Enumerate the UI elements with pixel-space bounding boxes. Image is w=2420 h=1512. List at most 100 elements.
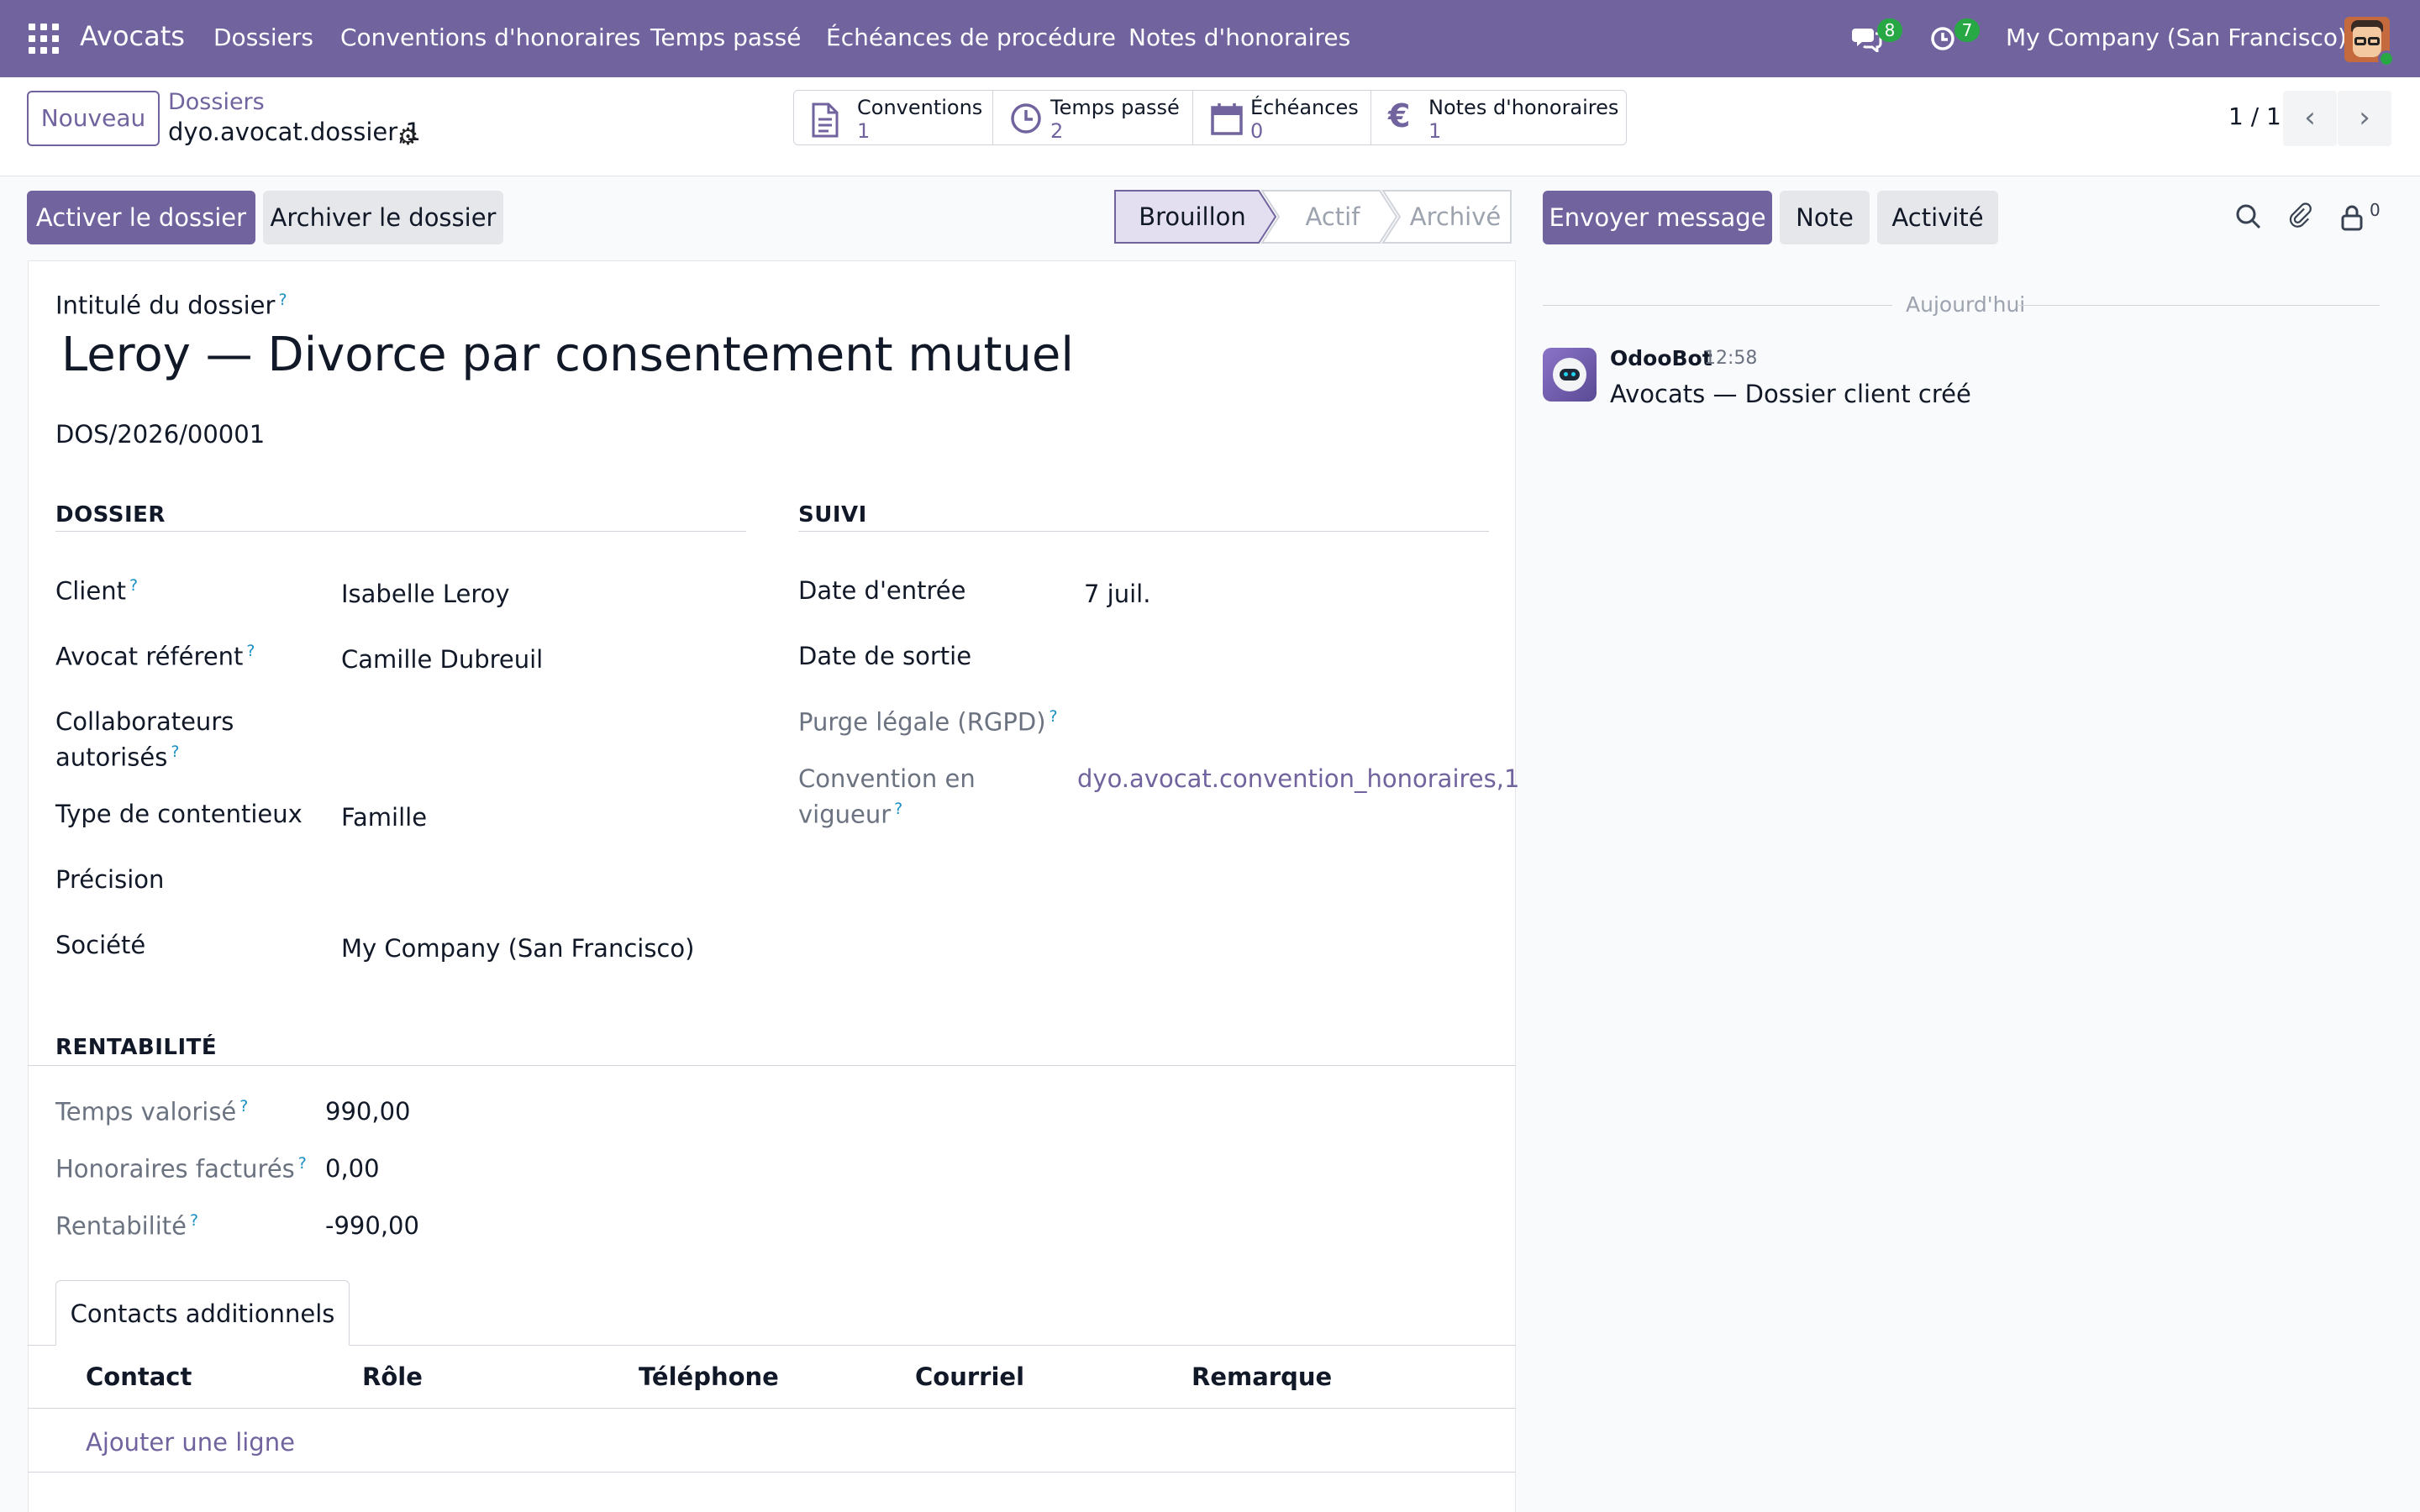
smart-buttons: Conventions 1 Temps passé 2 Échéances 0 …	[793, 90, 1627, 145]
menu-dossiers[interactable]: Dossiers	[213, 24, 313, 51]
company-label: Société	[55, 931, 146, 959]
pager-next-button[interactable]: ›	[2338, 91, 2391, 146]
fees-label: Honoraires facturés?	[55, 1154, 307, 1184]
stage-brouillon[interactable]: Brouillon	[1114, 190, 1270, 244]
section-dossier: DOSSIER	[55, 502, 166, 528]
breadcrumb-current: dyo.avocat.dossier,1	[168, 118, 421, 146]
column-contact[interactable]: Contact	[86, 1362, 192, 1391]
smart-button-echeances[interactable]: Échéances 0	[1193, 91, 1371, 144]
chevron-left-icon: ‹	[2304, 101, 2316, 134]
section-rentabilite: RENTABILITÉ	[55, 1035, 218, 1060]
fees-field: 0,00	[325, 1154, 380, 1183]
lawyer-label: Avocat référent?	[55, 642, 255, 671]
entry-date-label: Date d'entrée	[798, 576, 966, 605]
control-panel: Nouveau Dossiers dyo.avocat.dossier,1 ⚙ …	[0, 77, 2420, 176]
help-icon[interactable]: ?	[129, 576, 138, 595]
type-field[interactable]: Famille	[341, 803, 427, 832]
entry-date-field[interactable]: 7 juil.	[1084, 580, 1150, 608]
clock-activity-icon	[1931, 27, 1954, 50]
precision-label: Précision	[55, 865, 165, 894]
gear-icon[interactable]: ⚙	[397, 123, 418, 150]
menu-conventions[interactable]: Conventions d'honoraires	[340, 24, 640, 51]
section-suivi: SUIVI	[798, 502, 867, 528]
odoobot-avatar[interactable]	[1543, 348, 1597, 402]
pager-previous-button[interactable]: ‹	[2283, 91, 2337, 146]
chevron-right-icon: ›	[2359, 101, 2370, 134]
company-switcher[interactable]: My Company (San Francisco)	[2006, 24, 2347, 51]
clock-icon	[1011, 103, 1041, 134]
help-icon[interactable]: ?	[171, 743, 179, 761]
app-grid-icon[interactable]	[29, 24, 59, 54]
top-navbar: Avocats Dossiers Conventions d'honoraire…	[0, 0, 2420, 77]
convention-label-line1: Convention en	[798, 764, 976, 793]
tab-contacts-additionnels[interactable]: Contacts additionnels	[55, 1280, 350, 1346]
menu-echeances[interactable]: Échéances de procédure	[826, 24, 1116, 51]
message-body: Avocats — Dossier client créé	[1610, 380, 1971, 408]
messages-button[interactable]: 8	[1852, 18, 1911, 59]
stage-archive[interactable]: Archivé	[1400, 190, 1511, 244]
client-label: Client?	[55, 576, 139, 606]
name-label: Intitulé du dossier?	[55, 291, 287, 320]
column-courriel[interactable]: Courriel	[915, 1362, 1024, 1391]
precision-field[interactable]	[341, 865, 744, 899]
column-telephone[interactable]: Téléphone	[639, 1362, 779, 1391]
app-brand[interactable]: Avocats	[80, 20, 185, 52]
followers-count: 0	[2370, 200, 2381, 220]
column-role[interactable]: Rôle	[362, 1362, 423, 1391]
smart-button-temps-passe[interactable]: Temps passé 2	[993, 91, 1193, 144]
message-author[interactable]: OdooBot	[1610, 346, 1712, 370]
activities-button[interactable]: 7	[1929, 18, 1988, 59]
convention-link[interactable]: dyo.avocat.convention_honoraires,1	[1077, 764, 1519, 793]
archive-dossier-button[interactable]: Archiver le dossier	[263, 191, 503, 244]
menu-notes-honoraires[interactable]: Notes d'honoraires	[1128, 24, 1350, 51]
followers-button[interactable]: 0	[2339, 200, 2386, 234]
euro-icon: €	[1388, 97, 1411, 134]
column-remarque[interactable]: Remarque	[1192, 1362, 1332, 1391]
file-icon	[812, 102, 839, 138]
send-message-button[interactable]: Envoyer message	[1543, 191, 1772, 244]
exit-date-field[interactable]	[1084, 642, 1487, 675]
add-line-link[interactable]: Ajouter une ligne	[86, 1428, 295, 1457]
breadcrumb-parent[interactable]: Dossiers	[168, 89, 265, 115]
dossier-title-field[interactable]: Leroy — Divorce par consentement mutuel	[61, 328, 1074, 382]
exit-date-label: Date de sortie	[798, 642, 972, 670]
stage-actif[interactable]: Actif	[1274, 190, 1392, 244]
activities-badge: 7	[1954, 18, 1980, 42]
profit-label: Rentabilité?	[55, 1211, 199, 1241]
menu-temps-passe[interactable]: Temps passé	[650, 24, 801, 51]
pager-value[interactable]: 1 / 1	[2228, 102, 2281, 130]
purge-label: Purge légale (RGPD)?	[798, 707, 1058, 737]
user-avatar[interactable]	[2344, 17, 2395, 67]
calendar-icon	[1211, 103, 1243, 135]
help-icon[interactable]: ?	[190, 1211, 198, 1230]
dossier-reference: DOS/2026/00001	[55, 420, 266, 449]
help-icon[interactable]: ?	[246, 642, 255, 660]
collaborators-field[interactable]	[341, 711, 744, 744]
message-time: 12:58	[1704, 348, 1758, 369]
help-icon[interactable]: ?	[298, 1154, 307, 1173]
client-field[interactable]: Isabelle Leroy	[341, 580, 510, 608]
activate-dossier-button[interactable]: Activer le dossier	[27, 191, 255, 244]
search-icon[interactable]	[2235, 203, 2262, 230]
log-note-button[interactable]: Note	[1780, 191, 1870, 244]
company-field[interactable]: My Company (San Francisco)	[341, 934, 694, 963]
type-label: Type de contentieux	[55, 800, 302, 828]
help-icon[interactable]: ?	[1050, 707, 1058, 726]
date-separator: Aujourd'hui	[1906, 292, 2026, 317]
smart-button-notes-honoraires[interactable]: € Notes d'honoraires 1	[1371, 91, 1627, 144]
lawyer-field[interactable]: Camille Dubreuil	[341, 645, 543, 674]
smart-button-conventions[interactable]: Conventions 1	[794, 91, 993, 144]
help-icon[interactable]: ?	[278, 291, 287, 309]
new-button[interactable]: Nouveau	[27, 91, 160, 146]
convention-label-line2: vigueur?	[798, 800, 903, 829]
collaborators-label-line1: Collaborateurs	[55, 707, 234, 736]
paperclip-icon[interactable]	[2286, 202, 2314, 230]
user-lock-icon	[2341, 205, 2363, 231]
time-value-field: 990,00	[325, 1097, 411, 1126]
help-icon[interactable]: ?	[239, 1097, 248, 1116]
activity-button[interactable]: Activité	[1877, 191, 1998, 244]
collaborators-label-line2: autorisés?	[55, 743, 180, 772]
help-icon[interactable]: ?	[894, 800, 902, 818]
time-value-label: Temps valorisé?	[55, 1097, 249, 1126]
online-status-dot	[2378, 50, 2395, 67]
